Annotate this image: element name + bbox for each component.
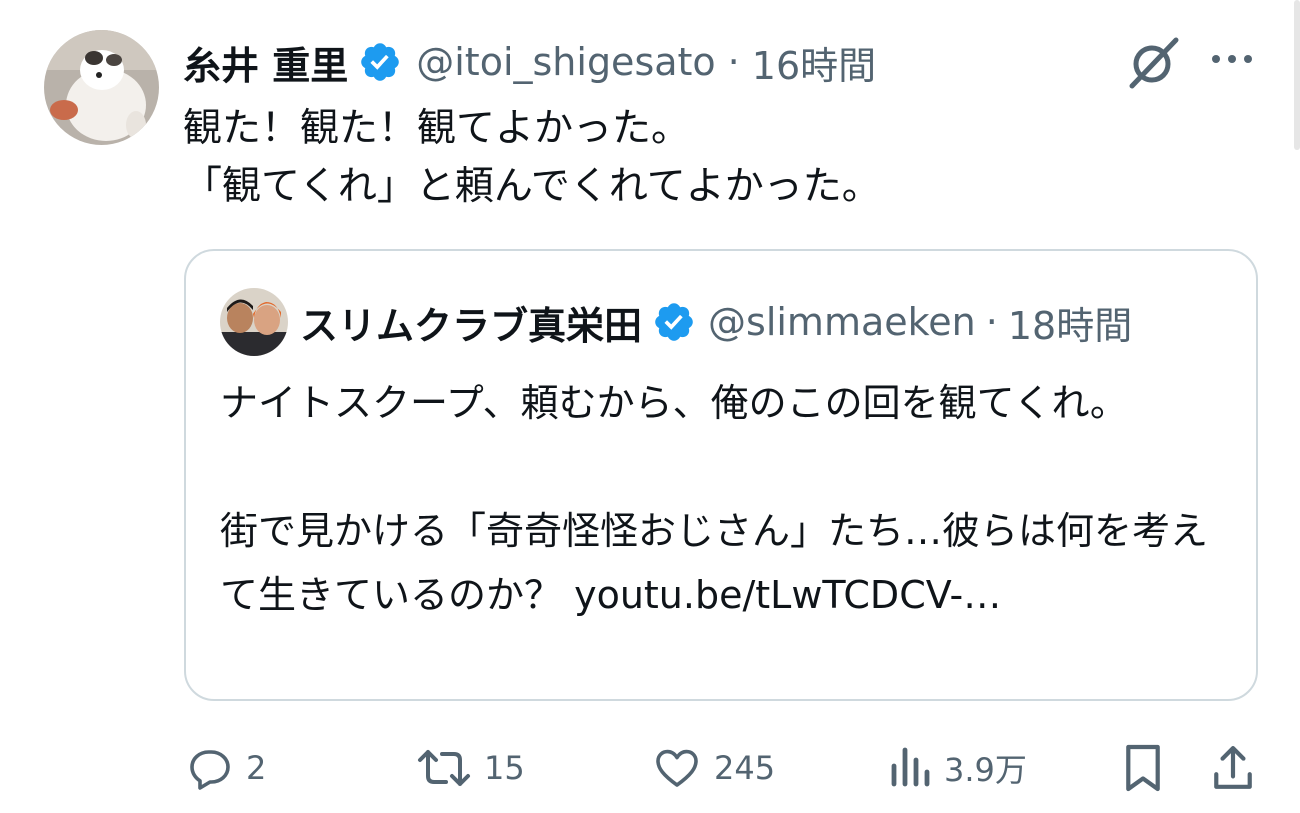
bookmark-icon [1126, 744, 1160, 792]
like-count: 245 [714, 749, 776, 787]
tweet-text-line-1: 観た！観た！観てよかった。 [183, 106, 691, 151]
two-people-photo-avatar [220, 288, 288, 356]
quoted-tweet-header: スリムクラブ真栄田 @slimmaeken · 18時間 [220, 287, 1132, 357]
quoted-tweet-text: ナイトスクープ、頼むから、俺のこの回を観てくれ。 街で見かける「奇奇怪怪おじさん… [220, 381, 1209, 617]
reply-count: 2 [246, 749, 267, 787]
quoted-tweet-card[interactable]: スリムクラブ真栄田 @slimmaeken · 18時間 ナイトスクープ、頼むか… [184, 249, 1258, 701]
quoted-author-avatar[interactable] [220, 288, 288, 356]
tweet-header: 糸井 重里 @itoi_shigesato · 16時間 [183, 34, 876, 90]
quoted-tweet-timestamp[interactable]: 18時間 [1008, 295, 1132, 350]
verified-badge-icon[interactable] [652, 300, 696, 344]
author-display-name[interactable]: 糸井 重里 [183, 35, 348, 90]
bookmark-button[interactable] [1122, 735, 1164, 801]
like-button[interactable]: 245 [652, 735, 775, 801]
grok-icon[interactable] [1126, 34, 1182, 90]
author-handle[interactable]: @itoi_shigesato [416, 40, 715, 84]
tweet-text-line-2: 「観てくれ」と頼んでくれてよかった。 [183, 164, 881, 209]
quoted-author-display-name[interactable]: スリムクラブ真栄田 [300, 295, 642, 350]
separator-dot: · [985, 300, 998, 344]
separator-dot: · [727, 40, 740, 84]
quoted-author-handle[interactable]: @slimmaeken [708, 300, 976, 344]
scrollbar[interactable] [1294, 0, 1300, 150]
like-icon [656, 749, 698, 787]
verified-badge-icon[interactable] [358, 40, 402, 84]
retweet-icon [418, 750, 470, 786]
retweet-count: 15 [484, 749, 525, 787]
tweet-actions-bar: 2 15 245 3.9万 [0, 735, 1300, 805]
author-avatar[interactable] [44, 30, 159, 145]
share-icon [1214, 746, 1252, 789]
tweet-timestamp[interactable]: 16時間 [752, 35, 876, 90]
more-icon[interactable] [1208, 44, 1256, 74]
share-button[interactable] [1210, 735, 1256, 801]
tweet-text: 観た！観た！観てよかった。 「観てくれ」と頼んでくれてよかった。 [183, 100, 881, 216]
views-icon [891, 747, 930, 787]
retweet-button[interactable]: 15 [416, 735, 525, 801]
reply-button[interactable]: 2 [186, 735, 266, 801]
dog-photo-avatar [44, 30, 159, 145]
views-count: 3.9万 [944, 751, 1027, 789]
reply-icon [190, 750, 230, 790]
views-button[interactable]: 3.9万 [888, 735, 1027, 801]
